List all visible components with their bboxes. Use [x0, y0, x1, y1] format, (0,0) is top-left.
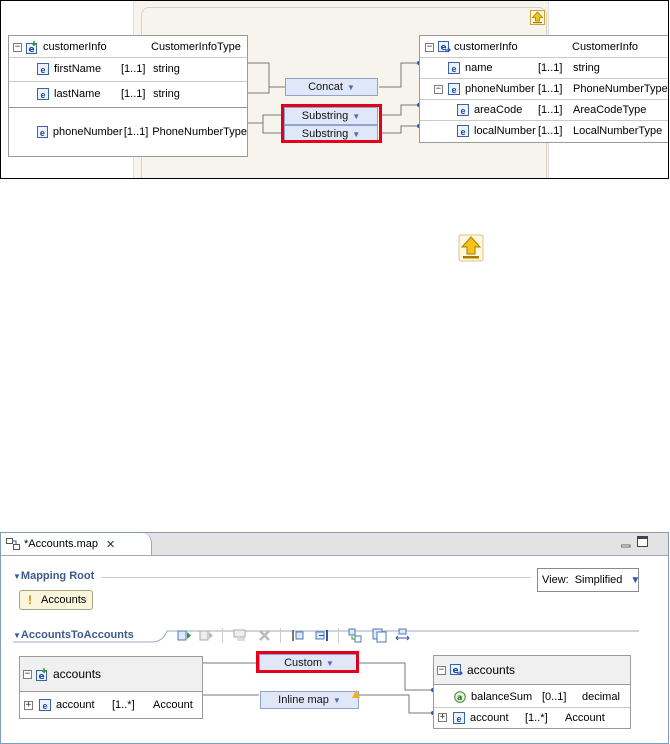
field-name: balanceSum	[471, 691, 533, 703]
field-card: [1..1]	[121, 88, 146, 100]
dropdown-icon[interactable]: ▼	[333, 696, 341, 705]
field-type: Account	[565, 711, 605, 724]
highlight-box	[281, 104, 382, 143]
bottom-source-panel: − e accounts + e account [1..*] Account	[19, 656, 203, 719]
field-type: PhoneNumberType	[573, 83, 668, 95]
field-card: [1..1]	[121, 63, 146, 75]
svg-text:e: e	[39, 672, 45, 681]
field-card: [1..1]	[538, 104, 563, 116]
target-root-name: customerInfo	[454, 41, 518, 53]
target-row-name[interactable]: e name [1..1] string	[420, 57, 668, 79]
field-type: LocalNumberType	[573, 125, 663, 137]
collapse-icon[interactable]: −	[437, 665, 446, 675]
collapse-icon[interactable]: −	[13, 42, 22, 52]
field-card: [1..1]	[538, 62, 563, 74]
field-name: areaCode	[474, 104, 523, 116]
field-type: string	[153, 63, 180, 75]
element-icon: e	[26, 40, 39, 55]
expand-icon[interactable]: +	[438, 713, 447, 722]
field-type: string	[573, 62, 600, 74]
field-name: firstName	[54, 63, 102, 75]
svg-text:a: a	[457, 693, 462, 702]
bottom-source-row-account[interactable]: + e account [1..*] Account	[20, 694, 202, 716]
field-type: PhoneNumberType	[152, 126, 248, 138]
element-icon: e	[37, 126, 48, 138]
target-row-areacode[interactable]: e areaCode [1..1] AreaCodeType	[420, 99, 668, 121]
element-icon: e	[448, 83, 460, 95]
concat-label: Concat	[308, 81, 343, 93]
editor-window: *Accounts.map ✕ ▼Mapping Root ! Accounts…	[0, 532, 669, 744]
target-row-localnumber[interactable]: e localNumber [1..1] LocalNumberType	[420, 120, 668, 142]
field-name: name	[465, 62, 493, 74]
source-root-name: customerInfo	[43, 41, 107, 53]
field-type: decimal	[582, 691, 620, 703]
warning-icon	[352, 689, 360, 698]
attribute-icon: a	[454, 691, 466, 703]
concat-transform[interactable]: Concat ▼	[285, 78, 378, 96]
element-icon: e	[37, 88, 49, 100]
inline-map-label: Inline map	[278, 694, 329, 706]
expand-icon[interactable]: +	[24, 700, 33, 710]
highlight-box	[256, 651, 359, 673]
svg-text:e: e	[453, 666, 459, 676]
collapse-icon[interactable]: −	[434, 84, 443, 94]
field-type: Account	[153, 699, 193, 711]
collapse-icon[interactable]: −	[425, 42, 434, 52]
target-panel: − e customerInfo CustomerInfo e name [1.…	[419, 35, 668, 143]
field-name: account	[56, 699, 95, 711]
field-name: phoneNumber	[465, 83, 535, 95]
element-icon: e	[457, 104, 469, 116]
element-icon: e	[448, 62, 460, 74]
bottom-target-row-balancesum[interactable]: a balanceSum [0..1] decimal	[434, 686, 630, 708]
target-root-type: CustomerInfo	[572, 41, 639, 53]
field-card: [1..*]	[112, 699, 135, 711]
bottom-target-root-row[interactable]: − e accounts	[434, 656, 630, 684]
source-row-phonenumber[interactable]: e phoneNumber [1..1] PhoneNumberType	[9, 120, 247, 144]
bottom-source-root-name: accounts	[53, 667, 102, 681]
field-card: [0..1]	[542, 691, 567, 703]
field-card: [1..1]	[123, 126, 149, 138]
bottom-source-root-row[interactable]: − e accounts	[20, 657, 202, 691]
field-card: [1..1]	[538, 83, 563, 95]
element-icon: e	[438, 40, 451, 54]
field-card: [1..1]	[538, 125, 563, 137]
element-icon: e	[453, 711, 465, 724]
svg-text:e: e	[29, 45, 35, 54]
element-icon: e	[37, 63, 49, 75]
source-row-firstname[interactable]: e firstName [1..1] string	[9, 57, 247, 81]
collapse-icon[interactable]: −	[23, 669, 32, 679]
source-row-lastname[interactable]: e lastName [1..1] string	[9, 82, 247, 106]
svg-text:e: e	[441, 43, 447, 53]
source-root-row[interactable]: − e customerInfo CustomerInfoType	[9, 36, 247, 58]
element-icon: e	[36, 667, 49, 682]
target-root-row[interactable]: − e customerInfo CustomerInfo	[420, 36, 668, 58]
source-root-type: CustomerInfoType	[151, 41, 241, 53]
bottom-target-row-account[interactable]: + e account [1..*] Account	[434, 707, 630, 728]
field-name: localNumber	[474, 125, 536, 137]
field-name: account	[470, 711, 509, 724]
field-type: string	[153, 88, 180, 100]
field-type: AreaCodeType	[573, 104, 647, 116]
element-icon: e	[450, 663, 463, 677]
element-icon: e	[457, 125, 469, 137]
field-name: phoneNumber	[52, 126, 123, 138]
target-row-phonenumber[interactable]: − e phoneNumber [1..1] PhoneNumberType	[420, 78, 668, 100]
field-name: lastName	[54, 88, 101, 100]
up-arrow-icon	[458, 234, 484, 262]
bottom-target-root-name: accounts	[467, 663, 516, 677]
field-card: [1..*]	[525, 711, 548, 724]
bottom-target-panel: − e accounts a balanceSum [0..1] decimal…	[433, 655, 631, 729]
source-panel: − e customerInfo CustomerInfoType e firs…	[8, 35, 248, 157]
top-diagram: − e customerInfo CustomerInfoType e firs…	[0, 0, 669, 179]
element-icon: e	[39, 699, 51, 711]
dropdown-icon[interactable]: ▼	[347, 83, 355, 92]
inline-map-transform[interactable]: Inline map ▼	[260, 691, 359, 709]
